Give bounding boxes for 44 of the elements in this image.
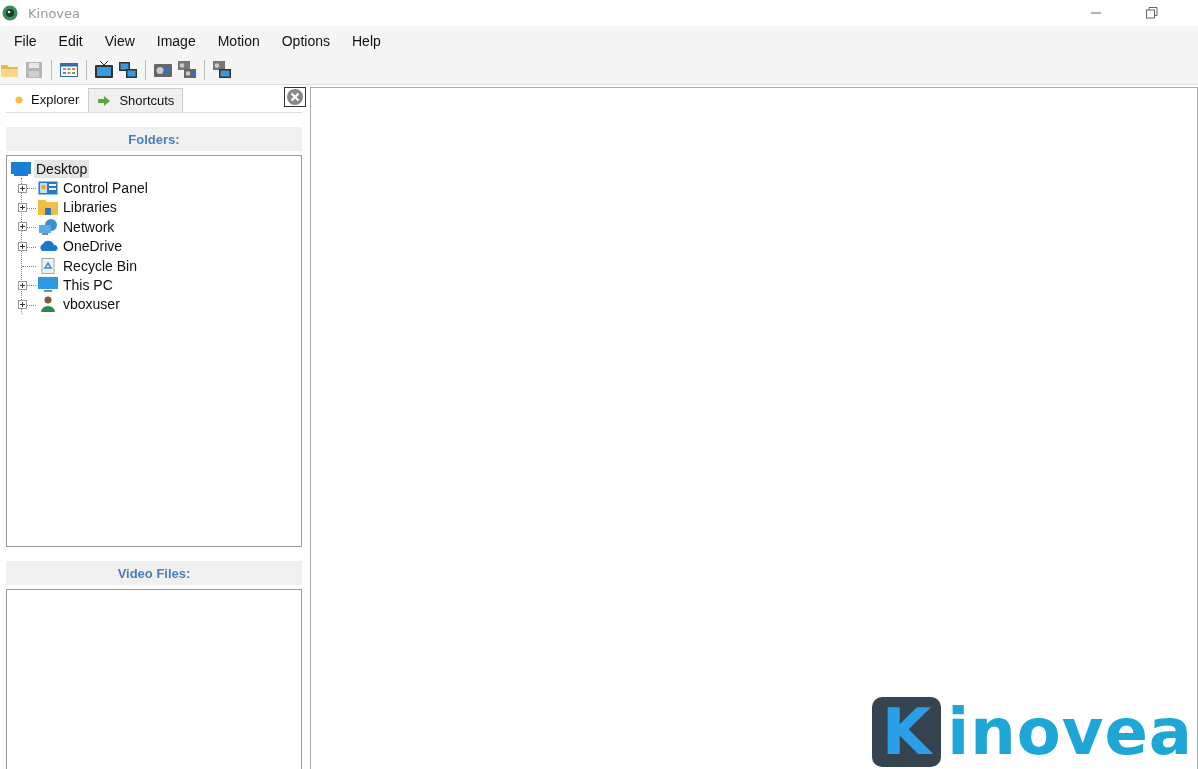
recycle-bin-icon: [38, 257, 58, 274]
window-title: Kinovea: [28, 5, 80, 21]
restore-button[interactable]: [1146, 7, 1158, 19]
tree-item[interactable]: Libraries: [61, 198, 119, 217]
dual-camera-icon[interactable]: [177, 60, 197, 80]
video-files-heading: Video Files:: [6, 561, 302, 585]
tree-item[interactable]: Desktop: [34, 159, 90, 178]
menu-item[interactable]: View: [96, 33, 143, 49]
monitor-icon: [11, 160, 31, 177]
tree-item[interactable]: Network: [61, 217, 117, 236]
menu-item[interactable]: Help: [344, 33, 389, 49]
app-eye-icon: [2, 5, 18, 21]
expand-toggle[interactable]: [18, 241, 27, 251]
user-icon: [38, 296, 58, 313]
menu-item[interactable]: Image: [148, 33, 204, 49]
grid-icon[interactable]: [59, 60, 79, 80]
tree-item[interactable]: Recycle Bin: [61, 256, 139, 275]
close-panel-button[interactable]: [284, 87, 306, 107]
tree-item[interactable]: OneDrive: [61, 237, 125, 256]
monitor-icon: [38, 277, 58, 294]
expand-toggle[interactable]: [18, 183, 27, 193]
menu-item[interactable]: Options: [273, 33, 338, 49]
logo-initial-tile: K: [871, 696, 942, 767]
tree-item[interactable]: Control Panel: [61, 179, 150, 198]
folder-icon: [38, 199, 58, 216]
dual-tv-icon[interactable]: [118, 60, 138, 80]
folders-heading: Folders:: [6, 127, 302, 151]
network-icon: [38, 218, 58, 235]
panel-tab[interactable]: Shortcuts: [88, 88, 184, 112]
control-panel-icon: [38, 180, 58, 197]
logo-text: inovea: [947, 696, 1193, 767]
menu-item[interactable]: File: [6, 33, 45, 49]
camera-tv-icon[interactable]: [212, 60, 232, 80]
tree-item[interactable]: This PC: [61, 276, 115, 295]
expand-toggle[interactable]: [18, 222, 27, 232]
menu-item[interactable]: Edit: [50, 33, 91, 49]
expand-toggle[interactable]: [18, 202, 27, 212]
dot-icon: [15, 95, 23, 104]
menu-item[interactable]: Motion: [209, 33, 268, 49]
tree-item[interactable]: vboxuser: [61, 295, 122, 314]
tv-icon[interactable]: [94, 60, 114, 80]
expand-toggle[interactable]: [18, 280, 27, 290]
expand-toggle[interactable]: [18, 299, 27, 309]
arrow-right-icon: [97, 94, 112, 107]
